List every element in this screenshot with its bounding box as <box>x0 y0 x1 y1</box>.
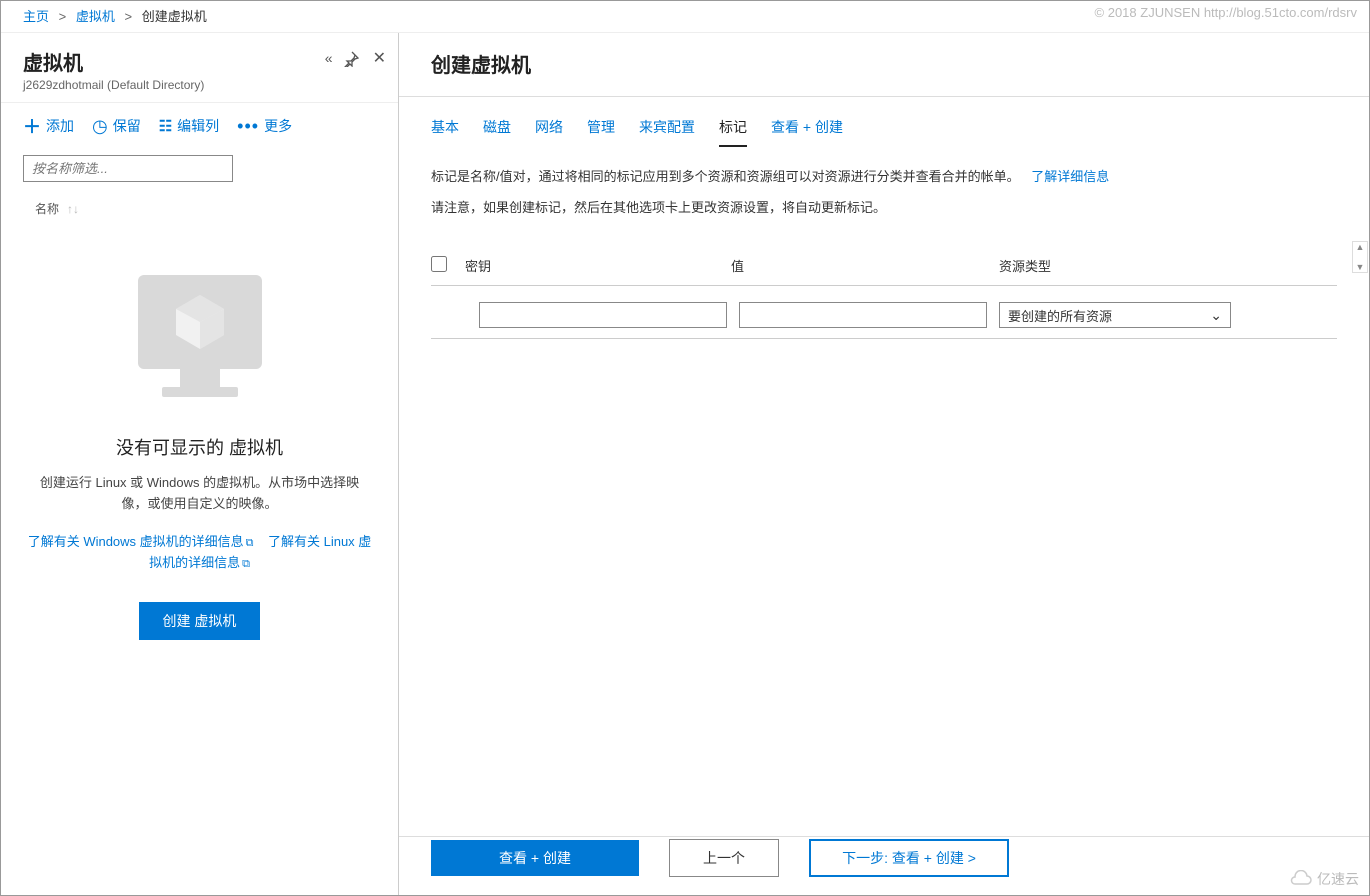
sort-icon[interactable]: ↑↓ <box>67 202 79 216</box>
learn-more-link[interactable]: 了解详细信息 <box>1031 169 1109 184</box>
blade-toolbar: ＋ 添加 ◷ 保留 ☷ 编辑列 ••• 更多 <box>1 102 398 149</box>
create-vm-blade: 创建虚拟机 基本 磁盘 网络 管理 来宾配置 标记 查看 + 创建 标记是名称/… <box>399 33 1369 895</box>
tab-manage[interactable]: 管理 <box>587 117 615 147</box>
keep-label: 保留 <box>113 116 141 136</box>
add-label: 添加 <box>46 116 74 136</box>
editcol-label: 编辑列 <box>177 116 219 136</box>
more-button[interactable]: ••• 更多 <box>237 116 292 137</box>
desc-line1: 标记是名称/值对，通过将相同的标记应用到多个资源和资源组可以对资源进行分类并查看… <box>431 169 1020 184</box>
external-icon: ⧉ <box>242 558 250 570</box>
col-restype: 资源类型 <box>999 256 1235 275</box>
tab-tags[interactable]: 标记 <box>719 117 747 147</box>
brand-watermark: 亿速云 <box>1287 869 1359 889</box>
blade-title: 虚拟机 <box>23 47 376 76</box>
review-create-button[interactable]: 查看 + 创建 <box>431 840 639 876</box>
main-title: 创建虚拟机 <box>431 49 1337 78</box>
breadcrumb-vm[interactable]: 虚拟机 <box>76 9 115 24</box>
monitor-icon <box>120 267 280 412</box>
empty-title: 没有可显示的 虚拟机 <box>23 434 376 463</box>
tab-guest[interactable]: 来宾配置 <box>639 117 695 147</box>
pin-icon[interactable] <box>343 51 359 71</box>
previous-button[interactable]: 上一个 <box>669 839 779 877</box>
list-header: 名称 ↑↓ <box>1 190 398 227</box>
col-key: 密钥 <box>465 256 731 275</box>
more-label: 更多 <box>264 116 292 136</box>
chevron-down-icon: ⌄ <box>1210 307 1222 324</box>
tags-description: 标记是名称/值对，通过将相同的标记应用到多个资源和资源组可以对资源进行分类并查看… <box>431 165 1337 190</box>
tag-value-input[interactable] <box>739 302 987 328</box>
tab-bar: 基本 磁盘 网络 管理 来宾配置 标记 查看 + 创建 <box>399 97 1369 147</box>
add-button[interactable]: ＋ 添加 <box>23 113 74 139</box>
editcol-button[interactable]: ☷ 编辑列 <box>159 116 219 136</box>
tab-network[interactable]: 网络 <box>535 117 563 147</box>
cloud-icon <box>1287 870 1313 888</box>
empty-state: 没有可显示的 虚拟机 创建运行 Linux 或 Windows 的虚拟机。从市场… <box>1 227 398 640</box>
col-value: 值 <box>731 256 999 275</box>
next-button[interactable]: 下一步: 查看 + 创建 > <box>809 839 1009 877</box>
external-icon: ⧉ <box>246 537 254 549</box>
name-column[interactable]: 名称 <box>35 200 59 217</box>
keep-button[interactable]: ◷ 保留 <box>92 116 141 137</box>
breadcrumb-sep: > <box>125 9 133 24</box>
clock-icon: ◷ <box>92 116 108 137</box>
breadcrumb-current: 创建虚拟机 <box>142 9 207 24</box>
tab-disk[interactable]: 磁盘 <box>483 117 511 147</box>
empty-desc: 创建运行 Linux 或 Windows 的虚拟机。从市场中选择映像，或使用自定… <box>30 473 370 515</box>
more-icon: ••• <box>237 116 259 137</box>
plus-icon: ＋ <box>23 113 41 139</box>
close-icon[interactable]: ✕ <box>373 51 386 71</box>
watermark-text: © 2018 ZJUNSEN http://blog.51cto.com/rds… <box>1095 5 1357 20</box>
tag-key-input[interactable] <box>479 302 727 328</box>
collapse-icon[interactable]: « <box>325 51 329 71</box>
tab-review[interactable]: 查看 + 创建 <box>771 117 843 147</box>
resource-type-select[interactable]: 要创建的所有资源 ⌄ <box>999 302 1231 328</box>
vm-list-blade: 虚拟机 j2629zdhotmail (Default Directory) «… <box>1 33 399 895</box>
wizard-footer: 查看 + 创建 上一个 下一步: 查看 + 创建 > <box>399 839 1369 877</box>
select-value: 要创建的所有资源 <box>1008 306 1112 325</box>
filter-input[interactable] <box>23 155 233 182</box>
create-vm-button[interactable]: 创建 虚拟机 <box>139 602 261 640</box>
brand-text: 亿速云 <box>1317 869 1359 889</box>
tags-table: 密钥 值 资源类型 要创建的所有资源 ⌄ <box>399 220 1369 339</box>
columns-icon: ☷ <box>159 117 172 135</box>
tag-row: 要创建的所有资源 ⌄ <box>431 285 1337 339</box>
breadcrumb-home[interactable]: 主页 <box>23 9 49 24</box>
tab-basic[interactable]: 基本 <box>431 117 459 147</box>
breadcrumb-sep: > <box>59 9 67 24</box>
select-all-checkbox[interactable] <box>431 256 447 272</box>
blade-subtitle: j2629zdhotmail (Default Directory) <box>23 78 376 92</box>
windows-vm-link[interactable]: 了解有关 Windows 虚拟机的详细信息 <box>28 534 244 549</box>
tags-note: 请注意，如果创建标记，然后在其他选项卡上更改资源设置，将自动更新标记。 <box>431 196 1337 221</box>
